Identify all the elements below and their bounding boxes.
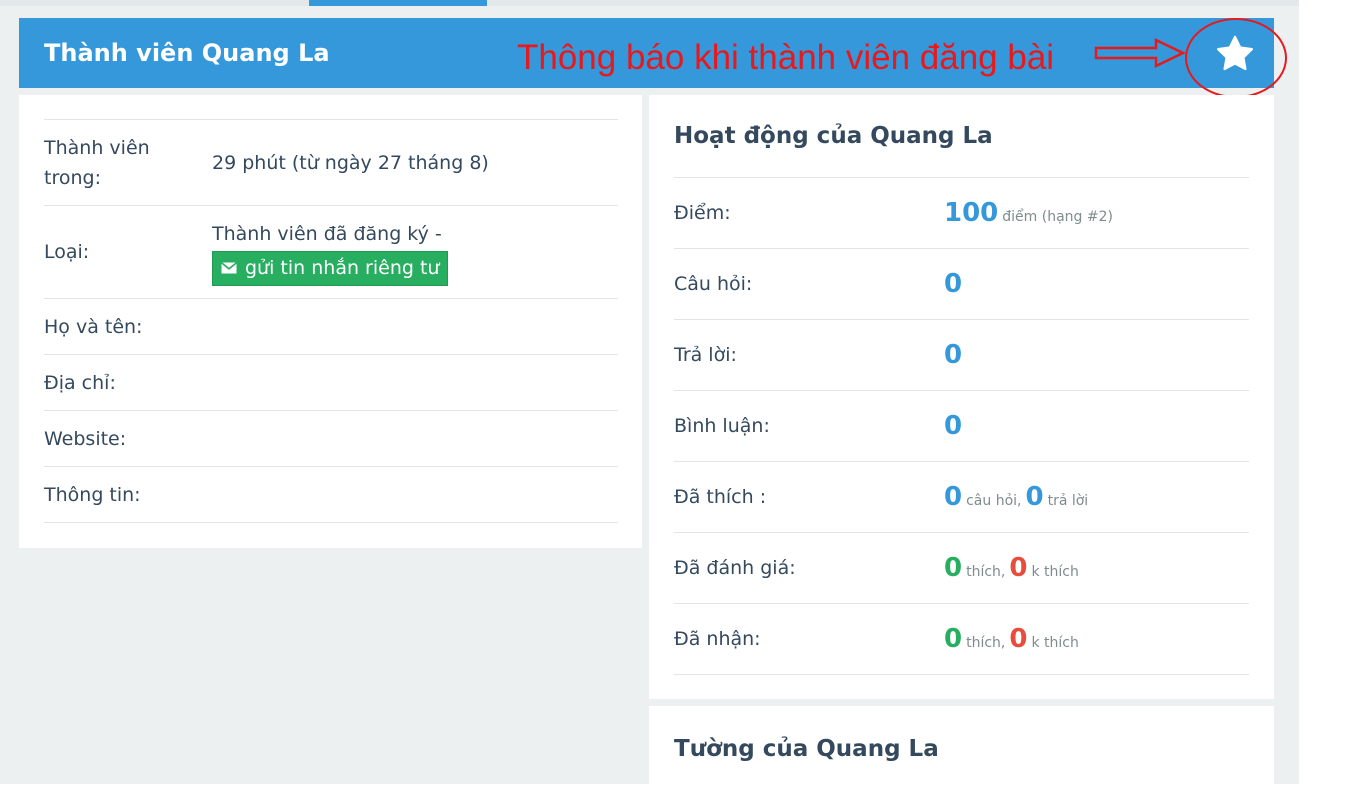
points-value-cell: 100 điểm (hạng #2) (944, 200, 1113, 226)
comments-value: 0 (944, 411, 963, 441)
rated-label: Đã đánh giá: (674, 557, 796, 579)
top-nav-strip (0, 0, 1299, 6)
liked-questions-unit: câu hỏi, (966, 493, 1022, 509)
rated-up-unit: thích, (966, 564, 1006, 580)
rated-up-value: 0 (944, 553, 963, 583)
points-label: Điểm: (674, 202, 731, 224)
answers-label: Trả lời: (674, 344, 737, 366)
table-row: Thành viên trong: 29 phút (từ ngày 27 th… (44, 120, 618, 206)
annotation-text: Thông báo khi thành viên đăng bài (517, 38, 1055, 77)
received-down-unit: k thích (1031, 635, 1079, 651)
active-tab-indicator[interactable] (309, 0, 487, 6)
table-row: Đã nhận: 0 thích, 0 k thích (674, 604, 1249, 675)
points-value: 100 (944, 198, 999, 228)
wall-panel: Tường của Quang La (649, 706, 1274, 796)
table-row: Địa chỉ: (44, 355, 618, 411)
type-label: Loại: (44, 241, 90, 263)
received-value-cell: 0 thích, 0 k thích (944, 626, 1079, 652)
member-since-value: 29 phút (từ ngày 27 tháng 8) (212, 151, 489, 174)
questions-value: 0 (944, 269, 963, 299)
table-row: Điểm: 100 điểm (hạng #2) (674, 178, 1249, 249)
questions-value-cell: 0 (944, 271, 962, 297)
rated-value-cell: 0 thích, 0 k thích (944, 555, 1079, 581)
annotation-circle (1185, 18, 1287, 98)
table-row: Trả lời: 0 (674, 320, 1249, 391)
rated-down-unit: k thích (1031, 564, 1079, 580)
comments-label: Bình luận: (674, 415, 770, 437)
table-row: Câu hỏi: 0 (674, 249, 1249, 320)
points-rank: điểm (hạng #2) (1002, 209, 1113, 225)
envelope-icon (221, 262, 237, 274)
member-since-label: Thành viên trong: (44, 136, 150, 189)
about-label: Thông tin: (44, 483, 141, 506)
table-row: Thông tin: (44, 467, 618, 523)
table-row: Đã thích : 0 câu hỏi, 0 trả lời (674, 462, 1249, 533)
activity-stats-table: Điểm: 100 điểm (hạng #2) Câu hỏi: 0 Trả … (674, 177, 1249, 675)
liked-questions-value: 0 (944, 482, 963, 512)
liked-label: Đã thích : (674, 486, 767, 508)
activity-panel: Hoạt động của Quang La Điểm: 100 điểm (h… (649, 95, 1274, 699)
page-title: Thành viên Quang La (44, 39, 330, 67)
table-row: Loại: Thành viên đã đăng ký - gửi tin nh… (44, 206, 618, 299)
table-row: Website: (44, 411, 618, 467)
received-down-value: 0 (1009, 624, 1028, 654)
liked-value-cell: 0 câu hỏi, 0 trả lời (944, 484, 1088, 510)
questions-label: Câu hỏi: (674, 273, 753, 295)
answers-value: 0 (944, 340, 963, 370)
wall-title: Tường của Quang La (674, 736, 939, 762)
profile-info-panel: Thành viên trong: 29 phút (từ ngày 27 th… (19, 95, 642, 548)
annotation-arrow (1094, 38, 1186, 68)
activity-title: Hoạt động của Quang La (674, 123, 993, 149)
profile-info-table: Thành viên trong: 29 phút (từ ngày 27 th… (44, 119, 618, 523)
received-up-value: 0 (944, 624, 963, 654)
private-message-label: gửi tin nhắn riêng tư (245, 257, 440, 279)
website-label: Website: (44, 427, 127, 450)
table-row: Đã đánh giá: 0 thích, 0 k thích (674, 533, 1249, 604)
address-label: Địa chỉ: (44, 371, 116, 394)
type-value: Thành viên đã đăng ký - (212, 222, 442, 245)
table-row: Họ và tên: (44, 299, 618, 355)
rated-down-value: 0 (1009, 553, 1028, 583)
liked-answers-unit: trả lời (1047, 493, 1089, 509)
type-value-cell: Thành viên đã đăng ký - gửi tin nhắn riê… (212, 219, 618, 286)
full-name-label: Họ và tên: (44, 315, 143, 338)
received-label: Đã nhận: (674, 628, 761, 650)
private-message-button[interactable]: gửi tin nhắn riêng tư (212, 250, 449, 286)
received-up-unit: thích, (966, 635, 1006, 651)
liked-answers-value: 0 (1025, 482, 1044, 512)
answers-value-cell: 0 (944, 342, 962, 368)
table-row: Bình luận: 0 (674, 391, 1249, 462)
comments-value-cell: 0 (944, 413, 962, 439)
